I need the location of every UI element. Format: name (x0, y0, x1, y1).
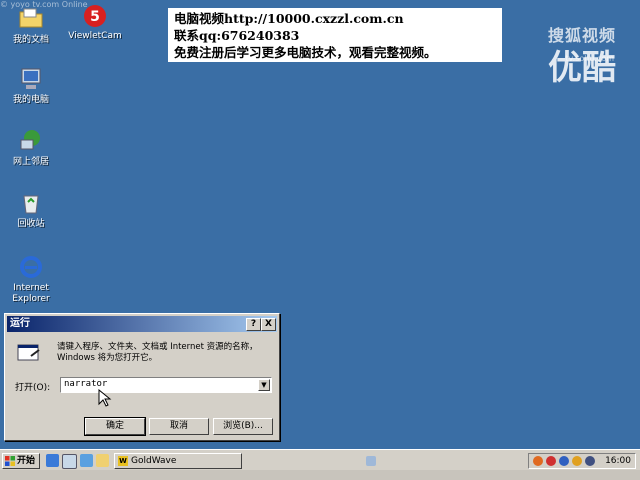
desktop-icon-label: 我的文档 (12, 35, 49, 45)
open-input[interactable]: narrator (64, 379, 107, 389)
taskbar: 开始 W GoldWave 16:00 (0, 449, 640, 480)
printer-icon[interactable] (366, 456, 376, 466)
tray-volume-icon[interactable] (572, 456, 582, 466)
video-progress-bar (0, 470, 640, 480)
open-label: 打开(O): (15, 383, 51, 393)
help-button[interactable]: ? (246, 318, 261, 331)
run-dialog-titlebar[interactable]: 运行 ? X (7, 316, 277, 332)
start-label: 开始 (17, 456, 36, 466)
task-goldwave[interactable]: W GoldWave (114, 453, 242, 469)
chevron-down-icon[interactable]: ▼ (258, 379, 270, 391)
folder-icon (18, 6, 44, 32)
tray-network-icon[interactable] (559, 456, 569, 466)
internet-explorer-icon (18, 254, 44, 280)
close-button[interactable]: X (261, 318, 276, 331)
open-combobox[interactable]: narrator ▼ (60, 377, 272, 393)
desktop-icon-label: 我的电脑 (12, 95, 49, 105)
ok-button[interactable]: 确定 (84, 417, 146, 436)
desktop-icon-viewletcam[interactable]: 5 ViewletCam (62, 2, 128, 42)
mouse-cursor-icon (98, 388, 112, 407)
watermark-url: tv.sohu.com (565, 54, 614, 63)
tray-shield-icon[interactable] (546, 456, 556, 466)
tray-app-icon[interactable] (533, 456, 543, 466)
network-icon (18, 128, 44, 154)
recycle-bin-icon (18, 190, 44, 216)
system-tray: 16:00 (528, 453, 636, 469)
run-dialog-title: 运行 (10, 318, 30, 329)
cancel-button[interactable]: 取消 (149, 418, 209, 435)
desktop-icon-my-computer[interactable]: 我的电脑 (0, 66, 62, 106)
banner-line-register: 免费注册后学习更多电脑技术，观看完整视频。 (174, 45, 437, 60)
windows-flag-icon (5, 456, 15, 466)
run-description: 请键入程序、文件夹、文档或 Internet 资源的名称，Windows 将为您… (57, 342, 258, 363)
desktop-icon-label: 回收站 (17, 219, 45, 229)
banner-line-website: 电脑视频http://10000.cxzzl.com.cn (174, 11, 404, 26)
quicklaunch-ie-icon[interactable] (46, 454, 59, 467)
desktop-icon-label: 网上邻居 (12, 157, 49, 167)
desktop-icon-label: ViewletCam (68, 31, 122, 41)
desktop-icon-recycle-bin[interactable]: 回收站 (0, 190, 62, 230)
desktop-icon-internet-explorer[interactable]: Internet Explorer (0, 254, 62, 305)
quicklaunch-outlook-icon[interactable] (80, 454, 93, 467)
desktop-icon-my-documents[interactable]: 我的文档 (0, 6, 62, 46)
goldwave-icon: W (118, 456, 128, 466)
desktop-icon-network[interactable]: 网上邻居 (0, 128, 62, 168)
quicklaunch-desktop-icon[interactable] (62, 454, 77, 469)
run-icon (17, 342, 43, 364)
info-banner: 电脑视频http://10000.cxzzl.com.cn 联系qq:67624… (168, 8, 502, 62)
quicklaunch-folder-icon[interactable] (96, 454, 109, 467)
run-dialog: 运行 ? X 请键入程序、文件夹、文档或 Internet 资源的名称，Wind… (4, 313, 280, 441)
viewletcam-icon: 5 (82, 2, 108, 28)
start-button[interactable]: 开始 (2, 453, 40, 469)
tray-lang-icon[interactable] (585, 456, 595, 466)
watermark-youku: 优酷 (548, 48, 616, 88)
browse-button[interactable]: 浏览(B)... (213, 418, 273, 435)
desktop-icon-label: Internet Explorer (12, 283, 50, 304)
task-goldwave-label: GoldWave (131, 456, 177, 466)
computer-icon (18, 66, 44, 92)
banner-line-qq: 联系qq:676240383 (174, 28, 300, 43)
clock: 16:00 (605, 456, 631, 466)
svg-text:5: 5 (90, 9, 100, 25)
